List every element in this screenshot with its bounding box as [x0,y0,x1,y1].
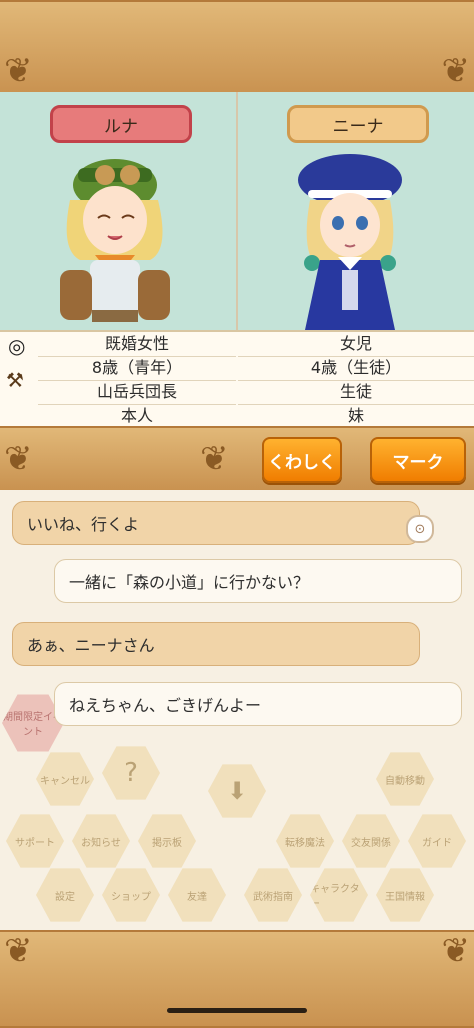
chat-message-1: いいね、行くよ [12,501,420,545]
ornament-right-icon: ❦ [441,931,471,971]
right-name-label: ニーナ [332,116,384,137]
ring-icon: ◎ [8,334,26,358]
chat-message-4: ねえちゃん、ごきげんよー [54,682,462,726]
mark-button[interactable]: マーク [370,437,466,483]
chat-message-3: あぁ、ニーナさん [12,622,420,666]
chat-message-2: 一緒に「森の小道」に行かない？ [54,559,462,603]
ornament-left-icon: ❦ [4,439,33,479]
ornament-left-icon: ❦ [4,51,33,91]
bottom-ornament-band: ❦ ❦ [0,930,474,1028]
nina-character-image [298,154,402,330]
right-info-job: 生徒 [238,380,474,405]
right-info-age: 4歳（生徒） [238,356,474,381]
ornament-mid-icon: ❦ [200,439,229,479]
left-character-name: ルナ [50,105,192,143]
top-ornament-band: ❦ ❦ [0,0,474,96]
ornament-right-icon: ❦ [441,51,471,91]
ornament-left-icon: ❦ [4,931,33,971]
details-button[interactable]: くわしく [262,437,342,483]
home-indicator [167,1008,307,1013]
chat-pin-icon[interactable]: ⊙ [406,515,434,543]
right-info-spouse: 女児 [238,332,474,357]
left-info-age: 8歳（青年） [38,356,236,381]
left-info-relation: 本人 [120,406,153,425]
luna-character-image [60,159,170,322]
left-name-label: ルナ [104,116,138,137]
left-info-spouse: 既婚女性 [38,332,236,357]
left-info-job: 山岳兵団長 [38,380,236,405]
right-character-name: ニーナ [287,105,429,143]
axe-icon: ⚒ [6,368,24,392]
right-info-relation: 妹 [347,406,364,425]
